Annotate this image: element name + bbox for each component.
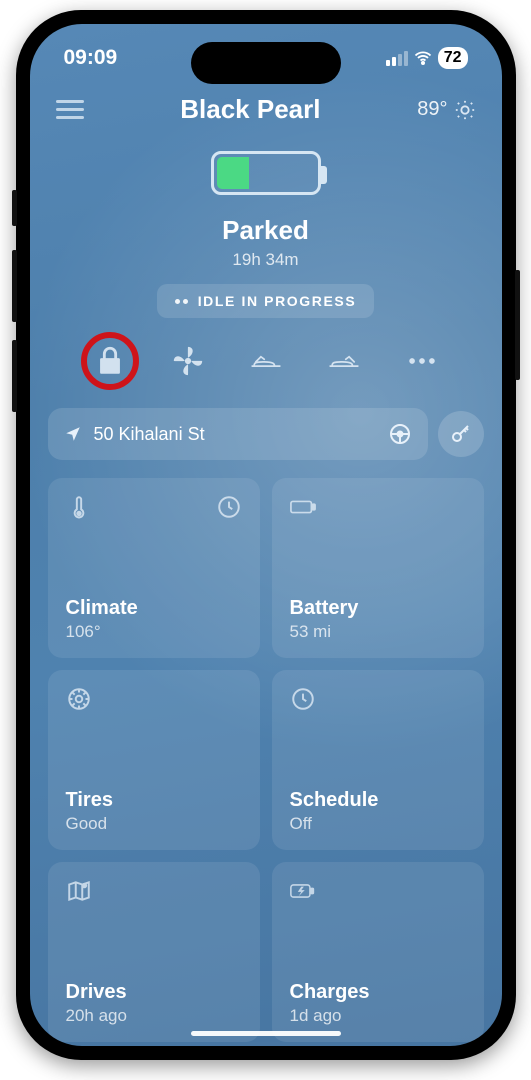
tile-sub: 20h ago [66,1006,242,1026]
frunk-button[interactable] [245,340,287,382]
volume-down-button [12,340,17,412]
weather-area[interactable]: 89° [417,98,475,121]
address-pill[interactable]: 50 Kihalani St [48,408,428,460]
tile-label: Schedule [290,789,466,812]
clock: 09:09 [64,46,118,70]
address-text: 50 Kihalani St [94,424,205,445]
tile-grid: Climate 106° Battery 53 mi [30,460,502,1046]
clock-icon [290,686,316,712]
outside-temp: 89° [417,98,447,121]
tile-tires[interactable]: Tires Good [48,670,260,850]
vehicle-title: Black Pearl [84,94,418,125]
key-icon [449,422,473,446]
more-icon [405,344,439,378]
screen: 09:09 72 Black Pearl 89° [30,24,502,1046]
tile-label: Tires [66,789,242,812]
trunk-icon [327,344,361,378]
sun-icon [454,99,476,121]
key-button[interactable] [438,411,484,457]
steering-icon [388,422,412,446]
tile-battery[interactable]: Battery 53 mi [272,478,484,658]
battery-pill: 72 [438,47,468,69]
lock-button[interactable] [89,340,131,382]
tile-sub: 53 mi [290,622,466,642]
tile-sub: Off [290,814,466,834]
cellular-signal-icon [386,51,408,66]
navigate-icon [64,425,82,443]
climate-button[interactable] [167,340,209,382]
dynamic-island [191,42,341,84]
idle-banner[interactable]: IDLE IN PROGRESS [157,284,375,318]
fan-icon [171,344,205,378]
tile-drives[interactable]: Drives 20h ago [48,862,260,1042]
tile-climate[interactable]: Climate 106° [48,478,260,658]
trunk-button[interactable] [323,340,365,382]
vehicle-battery-graphic [30,151,502,195]
address-row: 50 Kihalani St [48,408,484,460]
tile-sub: 106° [66,622,242,642]
battery-icon [290,494,316,520]
tile-charges[interactable]: Charges 1d ago [272,862,484,1042]
battery-icon [211,151,321,195]
tire-icon [66,686,92,712]
thermometer-icon [66,494,92,520]
map-icon [66,878,92,904]
home-indicator[interactable] [191,1031,341,1036]
frunk-icon [249,344,283,378]
phone-frame: 09:09 72 Black Pearl 89° [16,10,516,1060]
status-duration: 19h 34m [30,250,502,270]
side-button [12,190,17,226]
status-state: Parked [30,215,502,246]
lock-icon [93,344,127,378]
power-button [515,270,520,380]
status-right: 72 [386,46,468,70]
tile-sub: 1d ago [290,1006,466,1026]
tile-sub: Good [66,814,242,834]
idle-banner-text: IDLE IN PROGRESS [198,293,357,309]
volume-up-button [12,250,17,322]
menu-icon[interactable] [56,95,84,124]
tile-label: Charges [290,981,466,1004]
dots-icon [175,299,188,304]
tile-label: Battery [290,597,466,620]
tile-schedule[interactable]: Schedule Off [272,670,484,850]
charge-icon [290,878,316,904]
control-row [30,340,502,382]
clock-icon [216,494,242,520]
battery-pct: 72 [444,49,462,67]
vehicle-status: Parked 19h 34m [30,215,502,270]
tile-label: Climate [66,597,242,620]
wifi-icon [413,48,433,68]
more-button[interactable] [401,340,443,382]
tile-label: Drives [66,981,242,1004]
